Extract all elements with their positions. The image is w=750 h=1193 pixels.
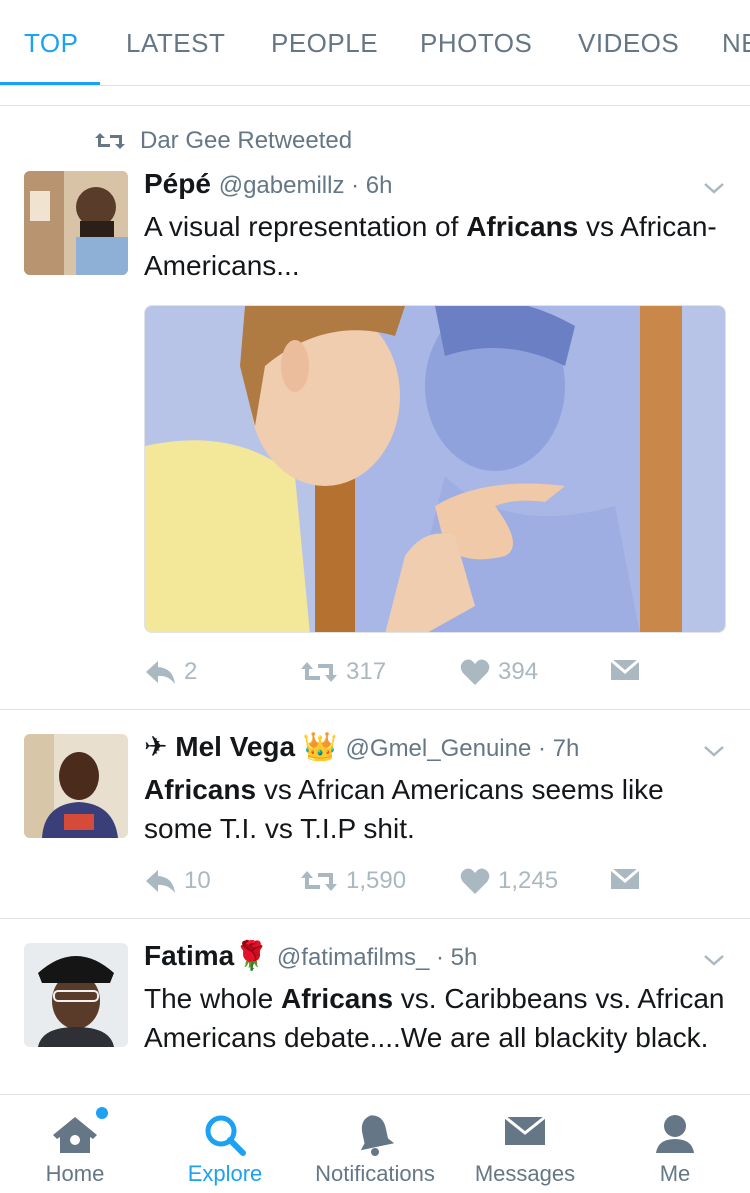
nav-explore[interactable]: Explore <box>150 1095 300 1193</box>
reply-button[interactable]: 2 <box>144 658 197 686</box>
chevron-down-icon[interactable] <box>702 179 726 197</box>
retweet-icon <box>301 871 337 891</box>
tweet-header: Pépé @gabemillz · 6h <box>144 168 393 199</box>
reply-icon <box>146 870 175 893</box>
reply-button[interactable]: 10 <box>144 867 211 895</box>
tweet-header: ✈ Mel Vega 👑 @Gmel_Genuine · 7h <box>144 731 580 762</box>
retweet-count: 317 <box>346 658 387 685</box>
avatar[interactable] <box>24 943 128 1047</box>
direct-message-button[interactable] <box>610 867 640 891</box>
reply-icon <box>146 661 175 684</box>
avatar-photo <box>24 171 128 275</box>
tweet-time: 6h <box>365 172 393 199</box>
bottom-navigation: Home Explore Notifications Messages Me <box>0 1094 750 1193</box>
tab-people[interactable]: PEOPLE <box>271 28 378 59</box>
like-button[interactable]: 394 <box>460 658 538 686</box>
author-name[interactable]: ✈ Mel Vega 👑 <box>144 731 338 762</box>
tab-videos[interactable]: VIDEOS <box>578 28 679 59</box>
heart-icon <box>460 868 490 894</box>
author-handle[interactable]: @Gmel_Genuine <box>346 735 532 762</box>
retweet-icon <box>95 133 125 149</box>
tweet-item[interactable]: ✈ Mel Vega 👑 @Gmel_Genuine · 7h Africans… <box>0 710 750 919</box>
new-content-dot <box>96 1107 108 1119</box>
tweet-media-image[interactable] <box>144 305 726 633</box>
chevron-down-icon[interactable] <box>702 951 726 969</box>
chevron-down-icon[interactable] <box>702 742 726 760</box>
avatar-photo <box>24 943 128 1047</box>
like-button[interactable]: 1,245 <box>460 867 558 895</box>
tab-latest[interactable]: LATEST <box>126 28 225 59</box>
retweet-context: Dar Gee Retweeted <box>94 127 352 155</box>
avatar-photo <box>24 734 128 838</box>
reply-count: 2 <box>184 658 198 685</box>
author-name[interactable]: Pépé <box>144 168 211 199</box>
tweet-item[interactable]: Dar Gee Retweeted Pépé @gabemillz · 6h A… <box>0 107 750 710</box>
like-count: 1,245 <box>498 867 559 894</box>
tab-news[interactable]: NE <box>722 28 750 59</box>
person-icon <box>656 1115 694 1153</box>
tab-photos[interactable]: PHOTOS <box>420 28 532 59</box>
envelope-icon <box>610 658 640 680</box>
retweet-count: 1,590 <box>346 867 407 894</box>
avatar[interactable] <box>24 734 128 838</box>
nav-home-label: Home <box>45 1161 105 1186</box>
nav-me-label: Me <box>659 1161 691 1186</box>
tweet-text: The whole Africans vs. Caribbeans vs. Af… <box>144 983 725 1053</box>
tweet-item[interactable]: Fatima🌹 @fatimafilms_ · 5h The whole Afr… <box>0 919 750 1094</box>
search-icon <box>205 1115 246 1156</box>
like-count: 394 <box>498 658 539 685</box>
crown-emoji: 👑 <box>302 731 338 762</box>
tweet-time: 5h <box>450 944 478 971</box>
reply-count: 10 <box>184 867 211 894</box>
nav-notifications-label: Notifications <box>315 1161 435 1186</box>
search-tabs: TOP LATEST PEOPLE PHOTOS VIDEOS NE <box>0 0 750 86</box>
tweet-actions: 10 1,590 1,245 <box>144 867 726 899</box>
nav-home[interactable]: Home <box>0 1095 150 1193</box>
home-icon <box>53 1117 97 1153</box>
tweet-header: Fatima🌹 @fatimafilms_ · 5h <box>144 940 478 971</box>
tweet-actions: 2 317 394 <box>144 658 726 690</box>
retweeted-by-label: Dar Gee Retweeted <box>140 127 353 154</box>
avatar[interactable] <box>24 171 128 275</box>
tweet-time: 7h <box>552 735 580 762</box>
bell-icon <box>360 1115 395 1156</box>
tab-divider <box>0 86 750 106</box>
author-handle[interactable]: @gabemillz <box>219 172 345 199</box>
nav-me[interactable]: Me <box>600 1095 750 1193</box>
author-name[interactable]: Fatima🌹 <box>144 940 269 971</box>
nav-messages[interactable]: Messages <box>450 1095 600 1193</box>
heart-icon <box>460 659 490 685</box>
envelope-icon <box>610 867 640 889</box>
author-handle[interactable]: @fatimafilms_ <box>277 944 429 971</box>
nav-messages-label: Messages <box>474 1161 576 1186</box>
direct-message-button[interactable] <box>610 658 640 682</box>
envelope-icon <box>504 1115 546 1145</box>
retweet-icon <box>301 662 337 682</box>
retweet-button[interactable]: 317 <box>300 658 386 686</box>
nav-explore-label: Explore <box>187 1161 263 1186</box>
nav-notifications[interactable]: Notifications <box>300 1095 450 1193</box>
rose-emoji: 🌹 <box>234 940 270 971</box>
retweet-button[interactable]: 1,590 <box>300 867 406 895</box>
tweet-text: Africans vs African Americans seems like… <box>144 774 664 844</box>
tab-top[interactable]: TOP <box>24 28 78 59</box>
tweet-text: A visual representation of Africans vs A… <box>144 211 717 281</box>
